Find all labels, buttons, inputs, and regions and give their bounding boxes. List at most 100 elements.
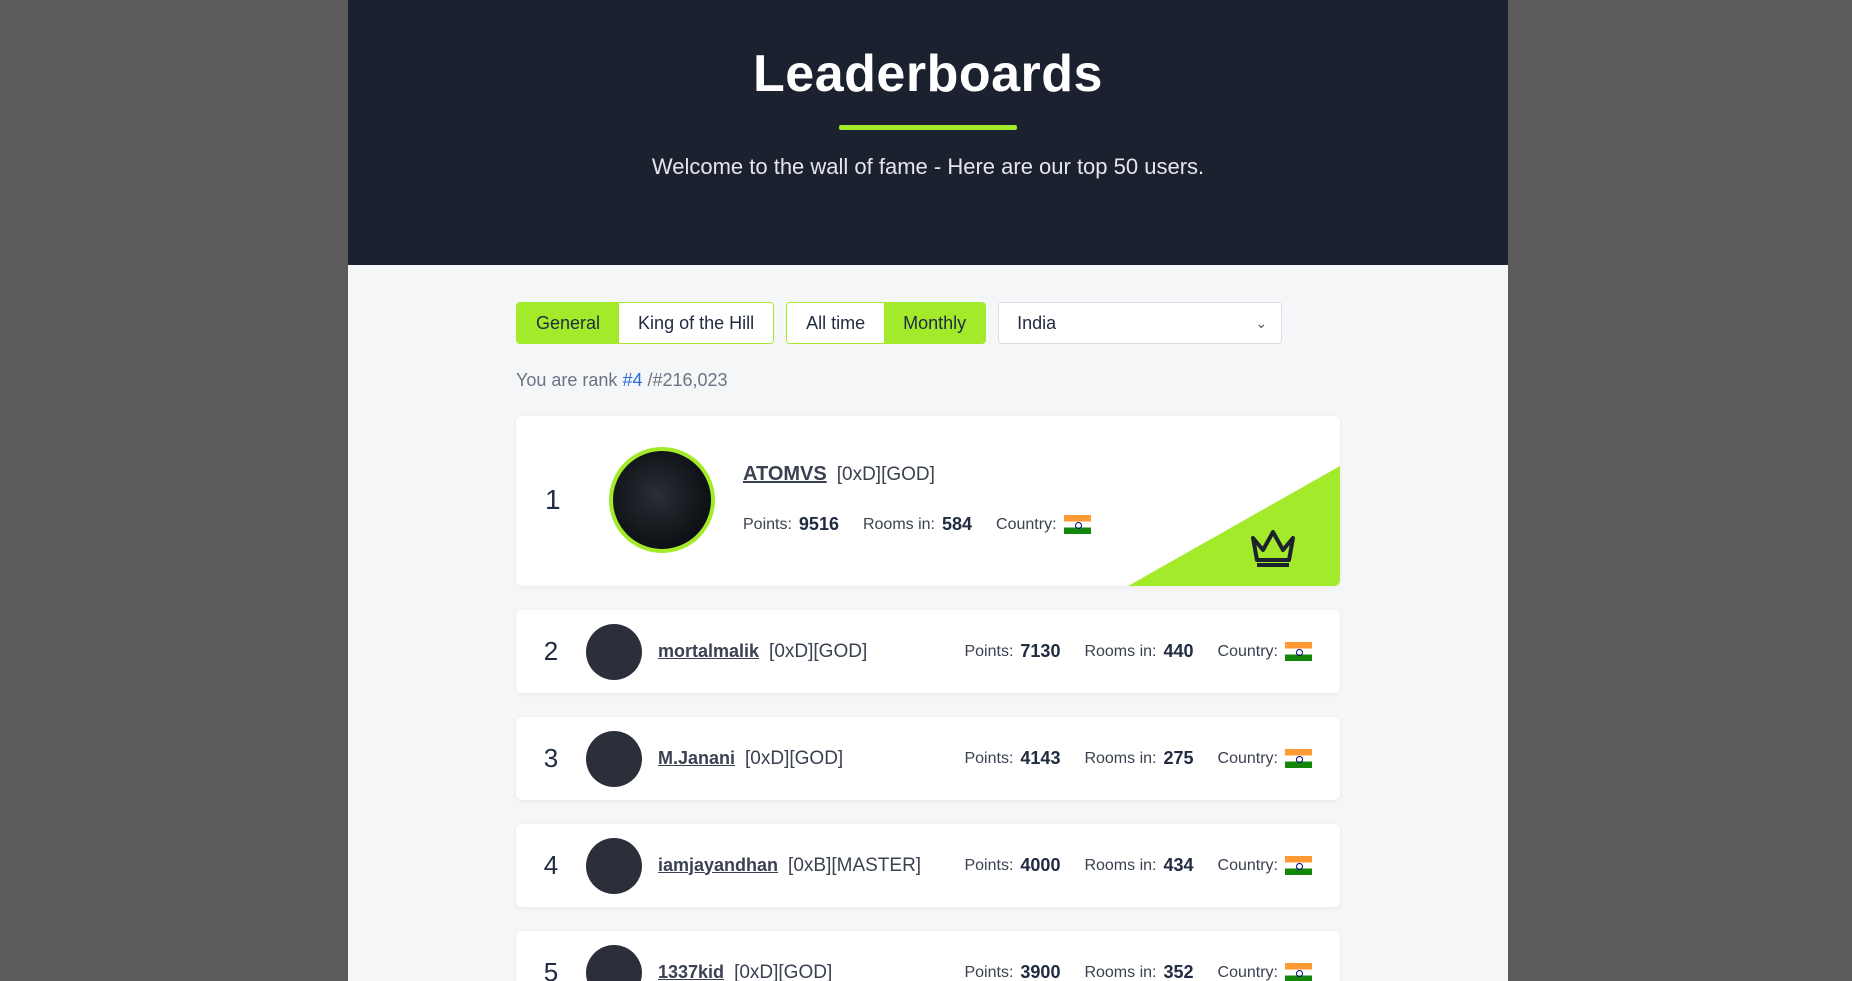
avatar <box>586 837 642 894</box>
user-tag: [0xD][GOD] <box>745 747 844 769</box>
leaderboard-row: 4 iamjayandhan [0xB][MASTER] Points: 400… <box>516 824 1340 907</box>
leaderboard-row: 3 M.Janani [0xD][GOD] Points: 4143 Rooms… <box>516 717 1340 800</box>
username-link[interactable]: M.Janani <box>658 748 735 769</box>
country-label: Country: <box>1217 749 1278 767</box>
leaderboard-page: Leaderboards Welcome to the wall of fame… <box>348 0 1508 981</box>
tab-king-of-the-hill[interactable]: King of the Hill <box>619 303 774 343</box>
avatar <box>586 623 642 680</box>
hero-header: Leaderboards Welcome to the wall of fame… <box>348 0 1508 265</box>
user-tag: [0xB][MASTER] <box>788 854 922 876</box>
points-stat: Points: 4000 <box>964 855 1060 876</box>
rooms-stat: Rooms in: 440 <box>1084 641 1193 662</box>
user-tag: [0xD][GOD] <box>769 640 868 662</box>
rooms-label: Rooms in: <box>1084 856 1157 874</box>
points-label: Points: <box>964 642 1014 660</box>
country-stat: Country: <box>1218 642 1312 661</box>
crown-icon <box>1251 530 1295 567</box>
rank-number: 4 <box>543 850 559 880</box>
user-stats: Points: 4000 Rooms in: 434 Country: <box>964 855 1340 876</box>
rank-total: /#216,023 <box>647 370 728 390</box>
india-flag-icon <box>1285 642 1312 661</box>
rooms-value: 434 <box>1163 855 1194 875</box>
points-label: Points: <box>743 515 792 533</box>
rooms-stat: Rooms in: 434 <box>1084 855 1193 876</box>
points-stat: Points: 3900 <box>964 962 1060 981</box>
country-stat: Country: <box>1218 963 1312 981</box>
avatar <box>586 730 642 787</box>
country-label: Country: <box>996 515 1057 533</box>
country-stat: Country: <box>1218 749 1312 768</box>
country-label: Country: <box>1217 963 1278 981</box>
username-link[interactable]: 1337kid <box>658 962 724 981</box>
username-link[interactable]: iamjayandhan <box>658 855 778 876</box>
rank-number: 2 <box>543 636 559 666</box>
rooms-value: 275 <box>1163 748 1194 768</box>
avatar <box>586 944 642 981</box>
user-name-wrap: ATOMVS [0xD][GOD] <box>743 463 935 486</box>
user-stats: Points: 7130 Rooms in: 440 Country: <box>964 641 1340 662</box>
user-tag: [0xD][GOD] <box>734 961 833 981</box>
tab-monthly[interactable]: Monthly <box>884 303 986 343</box>
points-label: Points: <box>964 856 1014 874</box>
points-value: 9516 <box>798 514 839 534</box>
points-stat: Points: 7130 <box>964 641 1060 662</box>
rooms-value: 440 <box>1163 641 1194 661</box>
title-underline <box>839 125 1017 130</box>
user-rank: #4 <box>622 370 643 390</box>
points-label: Points: <box>964 963 1014 981</box>
country-label: Country: <box>1217 856 1278 874</box>
rooms-label: Rooms in: <box>1084 963 1157 981</box>
points-stat: Points: 4143 <box>964 748 1060 769</box>
username-link[interactable]: ATOMVS <box>743 463 827 486</box>
user-tag: [0xD][GOD] <box>836 464 935 485</box>
points-value: 7130 <box>1020 641 1061 661</box>
india-flag-icon <box>1285 963 1312 981</box>
user-stats: Points: 4143 Rooms in: 275 Country: <box>964 748 1340 769</box>
leaderboard-top-card: 1 ATOMVS [0xD][GOD] Points: 9516 Rooms i… <box>516 416 1340 586</box>
country-label: Country: <box>1217 642 1278 660</box>
username-link[interactable]: mortalmalik <box>658 641 759 662</box>
leaderboard-row: 2 mortalmalik [0xD][GOD] Points: 7130 Ro… <box>516 610 1340 693</box>
chevron-down-icon: ⌄ <box>1255 314 1268 331</box>
rank-prefix: You are rank <box>516 370 618 390</box>
points-value: 3900 <box>1020 962 1061 981</box>
india-flag-icon <box>1285 749 1312 768</box>
user-name-wrap: M.Janani [0xD][GOD] <box>658 748 964 770</box>
points-stat: Points: 9516 <box>743 514 839 535</box>
country-select-value: India <box>1017 312 1057 333</box>
period-toggle: All time Monthly <box>786 302 987 344</box>
avatar <box>609 447 715 553</box>
country-select[interactable]: India ⌄ <box>998 302 1283 344</box>
category-toggle: General King of the Hill <box>516 302 775 344</box>
points-label: Points: <box>964 749 1014 767</box>
rooms-value: 584 <box>942 514 973 534</box>
points-value: 4143 <box>1020 748 1061 768</box>
page-title: Leaderboards <box>753 45 1103 103</box>
tab-all-time[interactable]: All time <box>787 303 885 343</box>
user-stats: Points: 9516 Rooms in: 584 Country: <box>743 514 1091 535</box>
rooms-label: Rooms in: <box>1084 749 1157 767</box>
filter-bar: General King of the Hill All time Monthl… <box>516 302 1340 344</box>
rooms-value: 352 <box>1163 962 1194 981</box>
country-stat: Country: <box>996 515 1091 534</box>
rooms-stat: Rooms in: 275 <box>1084 748 1193 769</box>
leaderboard-content: General King of the Hill All time Monthl… <box>516 302 1340 981</box>
rank-number: 1 <box>545 484 561 515</box>
rooms-label: Rooms in: <box>1084 642 1157 660</box>
country-stat: Country: <box>1218 856 1312 875</box>
points-value: 4000 <box>1020 855 1061 875</box>
india-flag-icon <box>1285 856 1312 875</box>
page-subtitle: Welcome to the wall of fame - Here are o… <box>651 154 1205 179</box>
rank-number: 5 <box>543 957 559 981</box>
rooms-label: Rooms in: <box>862 515 935 533</box>
tab-general[interactable]: General <box>517 303 620 343</box>
india-flag-icon <box>1063 515 1091 534</box>
user-stats: Points: 3900 Rooms in: 352 Country: <box>964 962 1340 981</box>
user-name-wrap: 1337kid [0xD][GOD] <box>658 962 964 981</box>
user-name-wrap: mortalmalik [0xD][GOD] <box>658 641 964 663</box>
leaderboard-row: 5 1337kid [0xD][GOD] Points: 3900 Rooms … <box>516 931 1340 981</box>
rooms-stat: Rooms in: 584 <box>863 514 972 535</box>
rooms-stat: Rooms in: 352 <box>1084 962 1193 981</box>
top-rank-ribbon <box>1128 466 1340 586</box>
user-rank-info: You are rank #4 /#216,023 <box>516 370 1340 391</box>
